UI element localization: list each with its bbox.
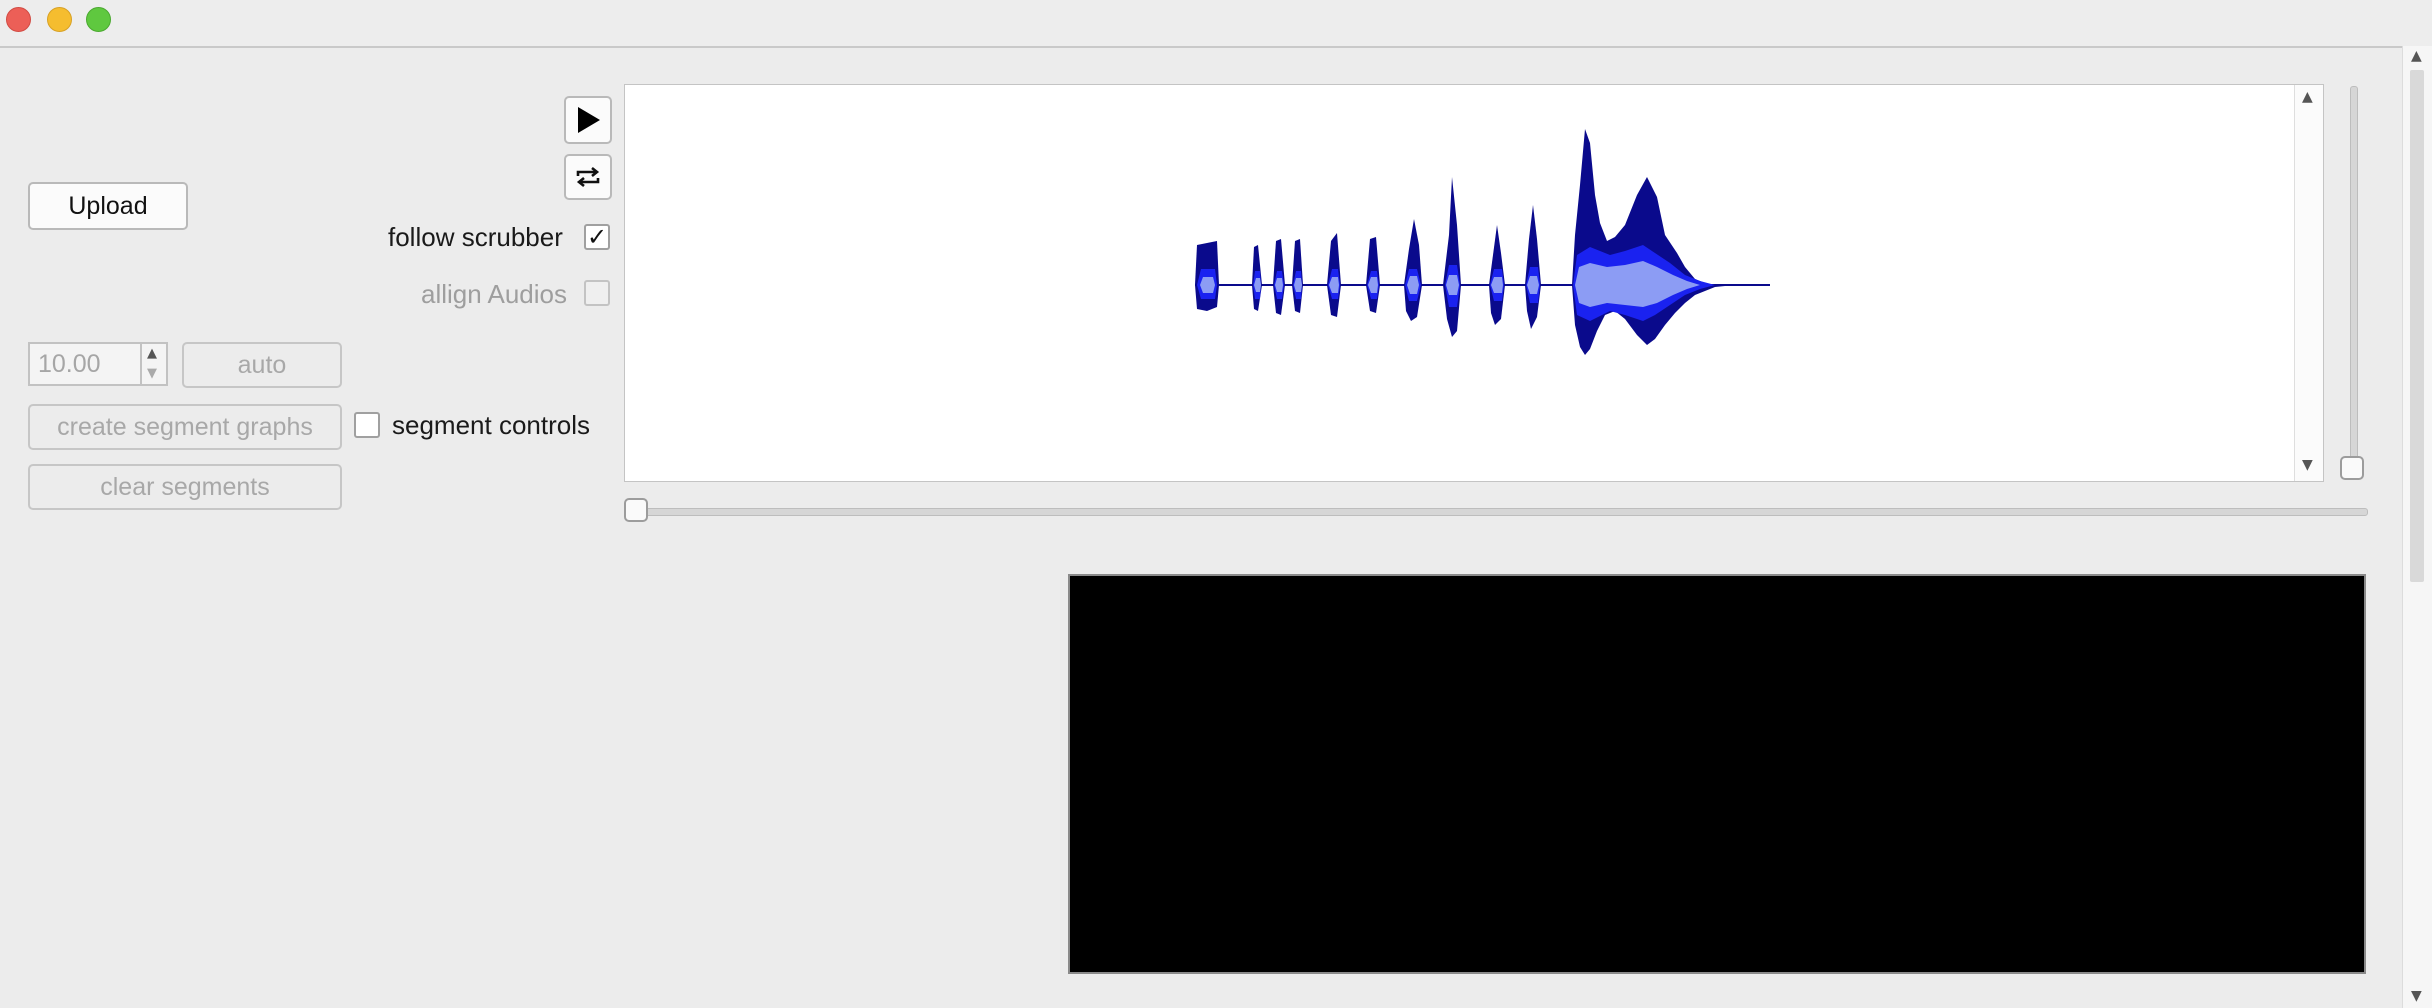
clear-segments-button[interactable]: clear segments xyxy=(28,464,342,510)
spectrogram-view[interactable] xyxy=(1068,574,2366,974)
close-window-button[interactable] xyxy=(6,7,31,32)
minimize-window-button[interactable] xyxy=(47,7,72,32)
vertical-zoom-slider-handle[interactable] xyxy=(2340,456,2364,480)
segment-length-input[interactable]: 10.00 xyxy=(28,342,140,386)
upload-button[interactable]: Upload xyxy=(28,182,188,230)
waveform-dark xyxy=(1195,129,1770,355)
scrubber-slider-track[interactable] xyxy=(628,508,2368,516)
align-audios-checkbox[interactable] xyxy=(584,280,610,306)
scroll-down-icon[interactable]: ▼ xyxy=(2302,457,2313,473)
scroll-up-icon[interactable]: ▲ xyxy=(2302,89,2313,105)
stepper-down-icon[interactable]: ▼ xyxy=(147,366,157,381)
loop-icon xyxy=(576,166,600,188)
maximize-window-button[interactable] xyxy=(86,7,111,32)
window-scroll-up-icon[interactable]: ▲ xyxy=(2411,48,2422,64)
loop-button[interactable] xyxy=(564,154,612,200)
window-vertical-scrollbar[interactable]: ▲ ▼ xyxy=(2402,46,2432,1008)
segment-controls-label: segment controls xyxy=(392,410,590,440)
checkmark-icon: ✓ xyxy=(586,223,608,251)
vertical-zoom-slider-track[interactable] xyxy=(2350,86,2358,470)
play-button[interactable] xyxy=(564,96,612,144)
align-audios-label: allign Audios xyxy=(421,279,567,309)
waveform-view[interactable]: ▲ ▼ xyxy=(624,84,2324,482)
auto-button[interactable]: auto xyxy=(182,342,342,388)
waveform-vertical-scrollbar[interactable]: ▲ ▼ xyxy=(2294,85,2323,481)
stepper-up-icon[interactable]: ▲ xyxy=(147,346,157,361)
create-segment-graphs-button[interactable]: create segment graphs xyxy=(28,404,342,450)
play-icon xyxy=(578,107,600,133)
follow-scrubber-checkbox[interactable]: ✓ xyxy=(584,223,610,251)
window-titlebar xyxy=(0,0,2432,48)
window-scroll-thumb[interactable] xyxy=(2410,70,2424,582)
window-scroll-down-icon[interactable]: ▼ xyxy=(2411,988,2422,1004)
segment-length-stepper[interactable]: ▲ ▼ xyxy=(140,342,168,386)
waveform-plot xyxy=(1195,129,1770,355)
scrubber-slider-handle[interactable] xyxy=(624,498,648,522)
follow-scrubber-label: follow scrubber xyxy=(388,222,563,252)
segment-controls-checkbox[interactable] xyxy=(354,412,380,438)
